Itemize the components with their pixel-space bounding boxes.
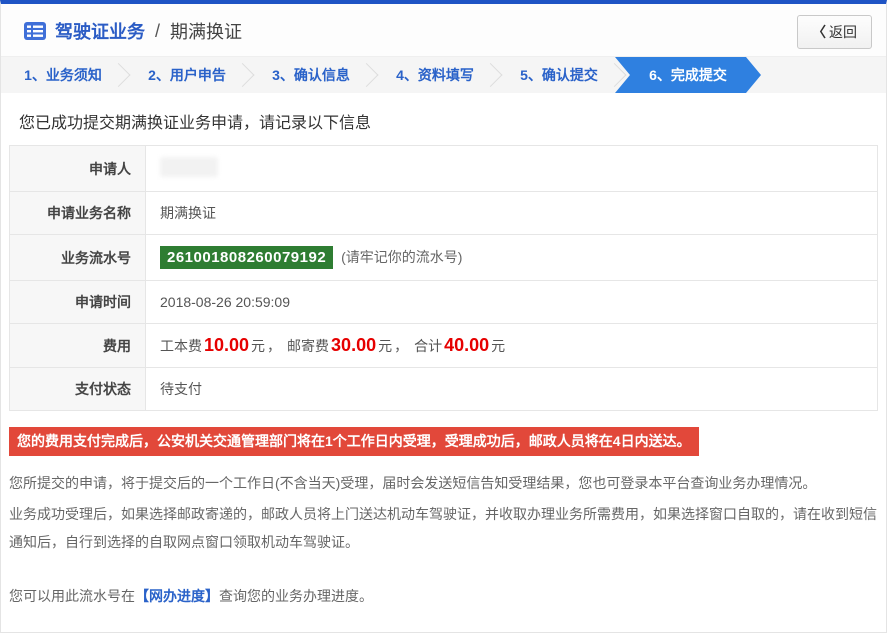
- row-label: 申请人: [9, 145, 146, 192]
- payment-status-value: 待支付: [145, 367, 878, 411]
- table-row-serial-number: 业务流水号 261001808260079192 (请牢记你的流水号): [9, 234, 878, 281]
- apply-time-value: 2018-08-26 20:59:09: [145, 280, 878, 324]
- row-label: 费用: [9, 323, 146, 368]
- table-row-apply-time: 申请时间 2018-08-26 20:59:09: [9, 280, 878, 324]
- fee-amount-postage: 30.00: [331, 335, 377, 355]
- chevron-separator-icon: [602, 62, 627, 88]
- page-subtitle: 期满换证: [170, 22, 243, 42]
- step-6-complete-submit-active: 6、完成提交: [615, 57, 761, 93]
- main-panel: 驾驶证业务 / 期满换证 〈返回 1、业务须知 2、用户申告 3、确认信息 4、…: [0, 0, 887, 633]
- back-button-label: 返回: [829, 24, 857, 40]
- breadcrumb-separator: /: [155, 20, 161, 41]
- serial-number-note: (请牢记你的流水号): [341, 249, 463, 265]
- step-progress-bar: 1、业务须知 2、用户申告 3、确认信息 4、资料填写 5、确认提交 6、完成提…: [1, 57, 886, 93]
- step-5-confirm-submit: 5、确认提交: [497, 57, 627, 93]
- serial-number-badge: 261001808260079192: [160, 246, 334, 269]
- breadcrumb: 驾驶证业务 / 期满换证: [23, 18, 870, 44]
- success-message: 您已成功提交期满换证业务申请，请记录以下信息: [19, 115, 372, 132]
- row-label: 支付状态: [9, 367, 146, 411]
- row-label: 申请时间: [9, 280, 146, 324]
- info-paragraph-2: 业务成功受理后，如果选择邮政寄递的，邮政人员将上门送达机动车驾驶证，并收取办理业…: [9, 506, 877, 550]
- step-2-user-declaration: 2、用户申告: [125, 57, 255, 93]
- back-button-top[interactable]: 〈返回: [797, 15, 872, 49]
- table-row-applicant: 申请人: [9, 145, 878, 192]
- fees-value: 工本费 10.00 元，邮寄费 30.00 元，合计 40.00 元: [145, 323, 878, 368]
- payment-warning-banner: 您的费用支付完成后，公安机关交通管理部门将在1个工作日内受理，受理成功后，邮政人…: [9, 427, 699, 456]
- fee-amount-total: 40.00: [444, 335, 490, 355]
- fee-amount-production: 10.00: [204, 335, 250, 355]
- table-row-business-name: 申请业务名称 期满换证: [9, 191, 878, 235]
- online-progress-link[interactable]: 【网办进度】: [135, 588, 219, 604]
- step-3-confirm-info: 3、确认信息: [249, 57, 379, 93]
- application-info-table: 申请人 申请业务名称 期满换证 业务流水号 261001808260079192…: [9, 145, 878, 411]
- chevron-left-icon: 〈: [812, 24, 826, 40]
- page-header: 驾驶证业务 / 期满换证 〈返回: [1, 4, 886, 57]
- redacted-applicant-name: [160, 157, 218, 177]
- step-1-business-notice: 1、业务须知: [1, 57, 131, 93]
- content-area: 您已成功提交期满换证业务申请，请记录以下信息 申请人 申请业务名称 期满换证 业…: [1, 93, 886, 632]
- page-title[interactable]: 驾驶证业务: [55, 18, 145, 44]
- table-row-payment-status: 支付状态 待支付: [9, 367, 878, 411]
- business-name-value: 期满换证: [145, 191, 878, 235]
- progress-query-note: 您可以用此流水号在【网办进度】查询您的业务办理进度。: [9, 587, 373, 604]
- list-icon: [23, 21, 47, 41]
- row-label: 申请业务名称: [9, 191, 146, 235]
- info-paragraph-1: 您所提交的申请，将于提交后的一个工作日(不含当天)受理，届时会发送短信告知受理结…: [9, 475, 817, 491]
- step-4-fill-data: 4、资料填写: [373, 57, 503, 93]
- table-row-fees: 费用 工本费 10.00 元，邮寄费 30.00 元，合计 40.00 元: [9, 323, 878, 368]
- row-label: 业务流水号: [9, 234, 146, 281]
